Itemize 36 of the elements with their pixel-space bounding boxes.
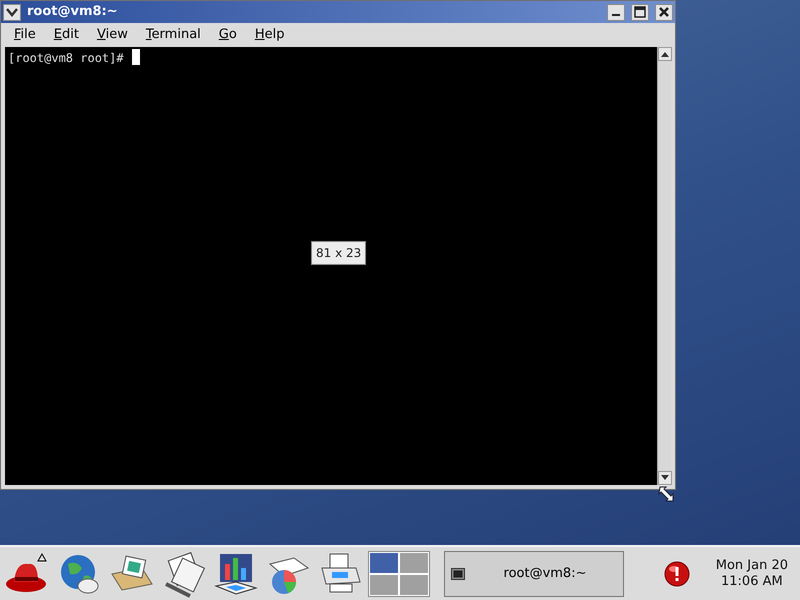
workspace[interactable]	[370, 574, 398, 594]
minimize-icon	[612, 14, 620, 16]
menu-item[interactable]: Go	[210, 25, 246, 45]
size-tooltip: 81 x 23	[311, 241, 366, 265]
scroll-up-button[interactable]	[658, 47, 672, 61]
menu-item[interactable]: Edit	[44, 25, 88, 45]
terminal-area[interactable]: [root@vm8 root]# 81 x 23	[5, 47, 657, 485]
arrow-down-icon	[661, 475, 669, 481]
workspace[interactable]	[400, 552, 428, 572]
clock[interactable]: Mon Jan 20 11:06 AM	[716, 558, 788, 590]
minimize-button[interactable]	[607, 4, 625, 20]
text-cursor	[132, 49, 140, 65]
maximize-icon	[634, 6, 646, 18]
arrow-up-icon	[661, 51, 669, 57]
window-menu-button[interactable]	[3, 4, 21, 20]
menu-item[interactable]: File	[5, 25, 45, 45]
menu-item[interactable]: Help	[246, 25, 294, 45]
close-icon	[658, 6, 670, 18]
workspace[interactable]	[370, 552, 398, 572]
alert-icon[interactable]	[664, 560, 690, 586]
menu-item[interactable]: View	[88, 25, 137, 45]
menu-item[interactable]: Terminal	[136, 25, 210, 45]
shell-prompt: [root@vm8 root]#	[8, 50, 124, 67]
workspace[interactable]	[400, 574, 428, 594]
clock-time: 11:06 AM	[720, 574, 784, 590]
workspace-switcher[interactable]	[368, 550, 430, 596]
resize-arrow-icon[interactable]	[658, 486, 676, 502]
window-title: root@vm8:~	[27, 3, 119, 22]
maximize-button[interactable]	[631, 4, 649, 20]
close-button[interactable]	[655, 4, 673, 20]
scrollbar[interactable]	[657, 47, 671, 485]
terminal-icon	[451, 568, 465, 580]
task-button[interactable]: root@vm8:~	[444, 550, 624, 596]
clock-date: Mon Jan 20	[716, 558, 788, 574]
chevron-down-icon	[6, 7, 18, 17]
scroll-down-button[interactable]	[658, 471, 672, 485]
